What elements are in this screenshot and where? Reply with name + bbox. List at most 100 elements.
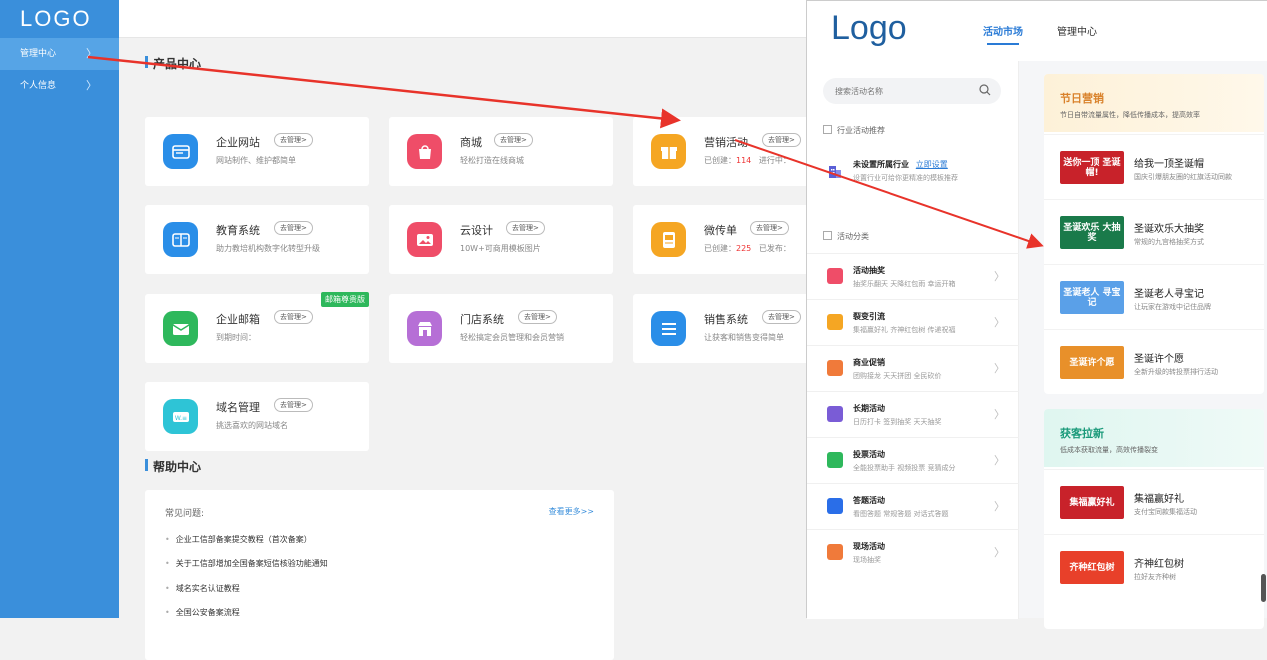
section-title-products: 产品中心 bbox=[145, 55, 201, 72]
product-card[interactable]: 云设计 去管理> 10W+可商用模板图片 bbox=[389, 205, 613, 274]
chevron-right-icon: 〉 bbox=[994, 454, 1005, 467]
go-manage-button[interactable]: 去管理> bbox=[494, 133, 533, 147]
product-name: 企业邮箱 bbox=[216, 313, 260, 326]
product-name: 域名管理 bbox=[216, 401, 260, 414]
product-name: 商城 bbox=[460, 136, 482, 149]
category-desc: 日历打卡 签到抽奖 天天抽奖 bbox=[853, 418, 942, 426]
go-manage-button[interactable]: 去管理> bbox=[274, 398, 313, 412]
product-card[interactable]: W.≡ 域名管理 去管理> 挑选喜欢的网站域名 bbox=[145, 382, 369, 451]
product-card[interactable]: 企业网站 去管理> 网站制作、维护都简单 bbox=[145, 117, 369, 186]
main-content: 产品中心 企业网站 去管理> 网站制作、维护都简单 商城 去管理> 轻松打造在线… bbox=[119, 38, 857, 660]
top-bar bbox=[119, 0, 809, 38]
help-link[interactable]: 全国公安备案流程 bbox=[165, 607, 240, 618]
category-heading: 活动分类 bbox=[823, 231, 869, 242]
go-manage-button[interactable]: 去管理> bbox=[518, 310, 557, 324]
go-manage-button[interactable]: 去管理> bbox=[274, 221, 313, 235]
set-now-link[interactable]: 立即设置 bbox=[916, 160, 948, 169]
go-manage-button[interactable]: 去管理> bbox=[750, 221, 789, 235]
activity-template-item[interactable]: 圣诞许个愿 圣诞许个愿 全新升级的转投票排行活动 bbox=[1044, 329, 1264, 394]
tab-activity-market[interactable]: 活动市场 bbox=[983, 23, 1023, 45]
activity-template-item[interactable]: 圣诞欢乐 大抽奖 圣诞欢乐大抽奖 常规的九宫格抽奖方式 bbox=[1044, 199, 1264, 264]
product-name: 企业网站 bbox=[216, 136, 260, 149]
scrollbar-thumb[interactable] bbox=[1261, 574, 1266, 602]
category-icon bbox=[827, 544, 843, 560]
go-manage-button[interactable]: 去管理> bbox=[274, 133, 313, 147]
category-desc: 现场抽奖 bbox=[853, 556, 881, 564]
panel-left-column: 行业活动推荐 未设置所属行业 立即设置 设置行业可给你更精准的模板推荐 活动分类… bbox=[807, 61, 1019, 619]
product-card[interactable]: 商城 去管理> 轻松打造在线商城 bbox=[389, 117, 613, 186]
category-item[interactable]: 答题活动 看图答题 常规答题 对话式答题 〉 bbox=[807, 483, 1019, 529]
product-desc: 10W+可商用模板图片 bbox=[460, 244, 541, 253]
acquire-section: 获客拉新 低成本获取流量，高效传播裂变 集福赢好礼 集福赢好礼 支付宝同款集福活… bbox=[1044, 409, 1264, 629]
go-manage-button[interactable]: 去管理> bbox=[506, 221, 545, 235]
website-icon bbox=[163, 134, 198, 169]
acquire-title: 获客拉新 bbox=[1060, 427, 1104, 440]
category-desc: 看图答题 常规答题 对话式答题 bbox=[853, 510, 949, 518]
category-item[interactable]: 投票活动 全能投票助手 视频投票 竞猜成分 〉 bbox=[807, 437, 1019, 483]
go-manage-button[interactable]: 去管理> bbox=[762, 310, 801, 324]
product-desc: 轻松搞定会员管理和会员营销 bbox=[460, 333, 564, 342]
holiday-marketing-section: 节日营销 节日自带流量属性，降低传播成本，提高效率 送你一顶 圣诞帽! 给我一顶… bbox=[1044, 74, 1264, 394]
sidebar-item-management[interactable]: 管理中心 〉 bbox=[0, 38, 119, 70]
go-manage-button[interactable]: 去管理> bbox=[274, 310, 313, 324]
acquire-subtitle: 低成本获取流量，高效传播裂变 bbox=[1060, 446, 1158, 454]
category-item[interactable]: 长期活动 日历打卡 签到抽奖 天天抽奖 〉 bbox=[807, 391, 1019, 437]
chevron-right-icon: 〉 bbox=[86, 79, 97, 92]
store-icon bbox=[407, 311, 442, 346]
help-link[interactable]: 关于工信部增加全国备案短信核验功能通知 bbox=[165, 558, 328, 569]
category-icon bbox=[827, 268, 843, 284]
tab-management-center[interactable]: 管理中心 bbox=[1057, 23, 1097, 38]
category-item[interactable]: 裂变引流 集福赢好礼 齐神红包树 传递祝福 〉 bbox=[807, 299, 1019, 345]
category-name: 商业促销 bbox=[853, 358, 885, 367]
industry-setting[interactable]: 未设置所属行业 立即设置 设置行业可给你更精准的模板推荐 bbox=[807, 147, 1019, 195]
industry-heading: 行业活动推荐 bbox=[823, 125, 885, 136]
chevron-right-icon: 〉 bbox=[994, 316, 1005, 329]
sidebar-item-profile[interactable]: 个人信息 〉 bbox=[0, 70, 119, 102]
category-item[interactable]: 活动抽奖 抽奖乐翻天 天降红包雨 幸运开箱 〉 bbox=[807, 253, 1019, 299]
view-more-link[interactable]: 查看更多>> bbox=[549, 506, 594, 517]
product-card[interactable]: 门店系统 去管理> 轻松搞定会员管理和会员营销 bbox=[389, 294, 613, 363]
category-icon bbox=[827, 406, 843, 422]
product-name: 门店系统 bbox=[460, 313, 504, 326]
list-icon bbox=[651, 311, 686, 346]
help-panel: 常见问题: 查看更多>> 企业工信部备案提交教程（首次备案） 关于工信部增加全国… bbox=[145, 490, 614, 660]
template-thumbnail: 圣诞老人 寻宝记 bbox=[1060, 281, 1124, 314]
product-name: 营销活动 bbox=[704, 136, 748, 149]
panel-header: Logo 活动市场 管理中心 bbox=[807, 1, 1267, 61]
help-link[interactable]: 域名实名认证教程 bbox=[165, 583, 240, 594]
search-icon[interactable] bbox=[979, 84, 991, 96]
image-icon bbox=[407, 222, 442, 257]
svg-text:W.≡: W.≡ bbox=[174, 415, 186, 422]
activity-template-item[interactable]: 圣诞老人 寻宝记 圣诞老人寻宝记 让玩家在游戏中记住品牌 bbox=[1044, 264, 1264, 329]
category-icon bbox=[827, 498, 843, 514]
faq-label: 常见问题: bbox=[165, 509, 205, 519]
activity-market-panel: Logo 活动市场 管理中心 行业活动推荐 未设置所属行业 立即设置 设置行业可… bbox=[806, 0, 1267, 629]
go-manage-button[interactable]: 去管理> bbox=[762, 133, 801, 147]
category-name: 活动抽奖 bbox=[853, 266, 885, 275]
template-desc: 让玩家在游戏中记住品牌 bbox=[1134, 303, 1211, 311]
search-input[interactable] bbox=[823, 78, 1001, 104]
shop-bag-icon bbox=[407, 134, 442, 169]
template-name: 圣诞许个愿 bbox=[1134, 354, 1184, 365]
industry-title: 未设置所属行业 bbox=[853, 160, 909, 169]
product-card[interactable]: 教育系统 去管理> 助力教培机构数字化转型升级 bbox=[145, 205, 369, 274]
domain-icon: W.≡ bbox=[163, 399, 198, 434]
help-link[interactable]: 企业工信部备案提交教程（首次备案） bbox=[165, 534, 312, 545]
template-desc: 常规的九宫格抽奖方式 bbox=[1134, 238, 1204, 246]
book-icon bbox=[163, 222, 198, 257]
category-desc: 团购接龙 天天拼团 全民砍价 bbox=[853, 372, 942, 380]
category-item[interactable]: 商业促销 团购接龙 天天拼团 全民砍价 〉 bbox=[807, 345, 1019, 391]
product-name: 云设计 bbox=[460, 224, 493, 237]
product-desc: 挑选喜欢的网站域名 bbox=[216, 421, 288, 430]
product-card[interactable]: 企业邮箱 去管理> 到期时间： 邮箱尊贵版 bbox=[145, 292, 369, 363]
template-thumbnail: 圣诞欢乐 大抽奖 bbox=[1060, 216, 1124, 249]
sidebar-logo: LOGO bbox=[20, 6, 92, 31]
category-icon bbox=[827, 360, 843, 376]
template-name: 齐神红包树 bbox=[1134, 559, 1184, 570]
sidebar-item-label: 管理中心 bbox=[20, 49, 57, 59]
activity-template-item[interactable]: 齐种红包树 齐神红包树 拉好友齐种树 bbox=[1044, 534, 1264, 599]
activity-template-item[interactable]: 送你一顶 圣诞帽! 给我一顶圣诞帽 国庆引爆朋友圈的红旗活动同款 bbox=[1044, 134, 1264, 199]
category-item[interactable]: 现场活动 现场抽奖 〉 bbox=[807, 529, 1019, 575]
sidebar-item-label: 个人信息 bbox=[20, 81, 57, 91]
activity-template-item[interactable]: 集福赢好礼 集福赢好礼 支付宝同款集福活动 bbox=[1044, 469, 1264, 534]
